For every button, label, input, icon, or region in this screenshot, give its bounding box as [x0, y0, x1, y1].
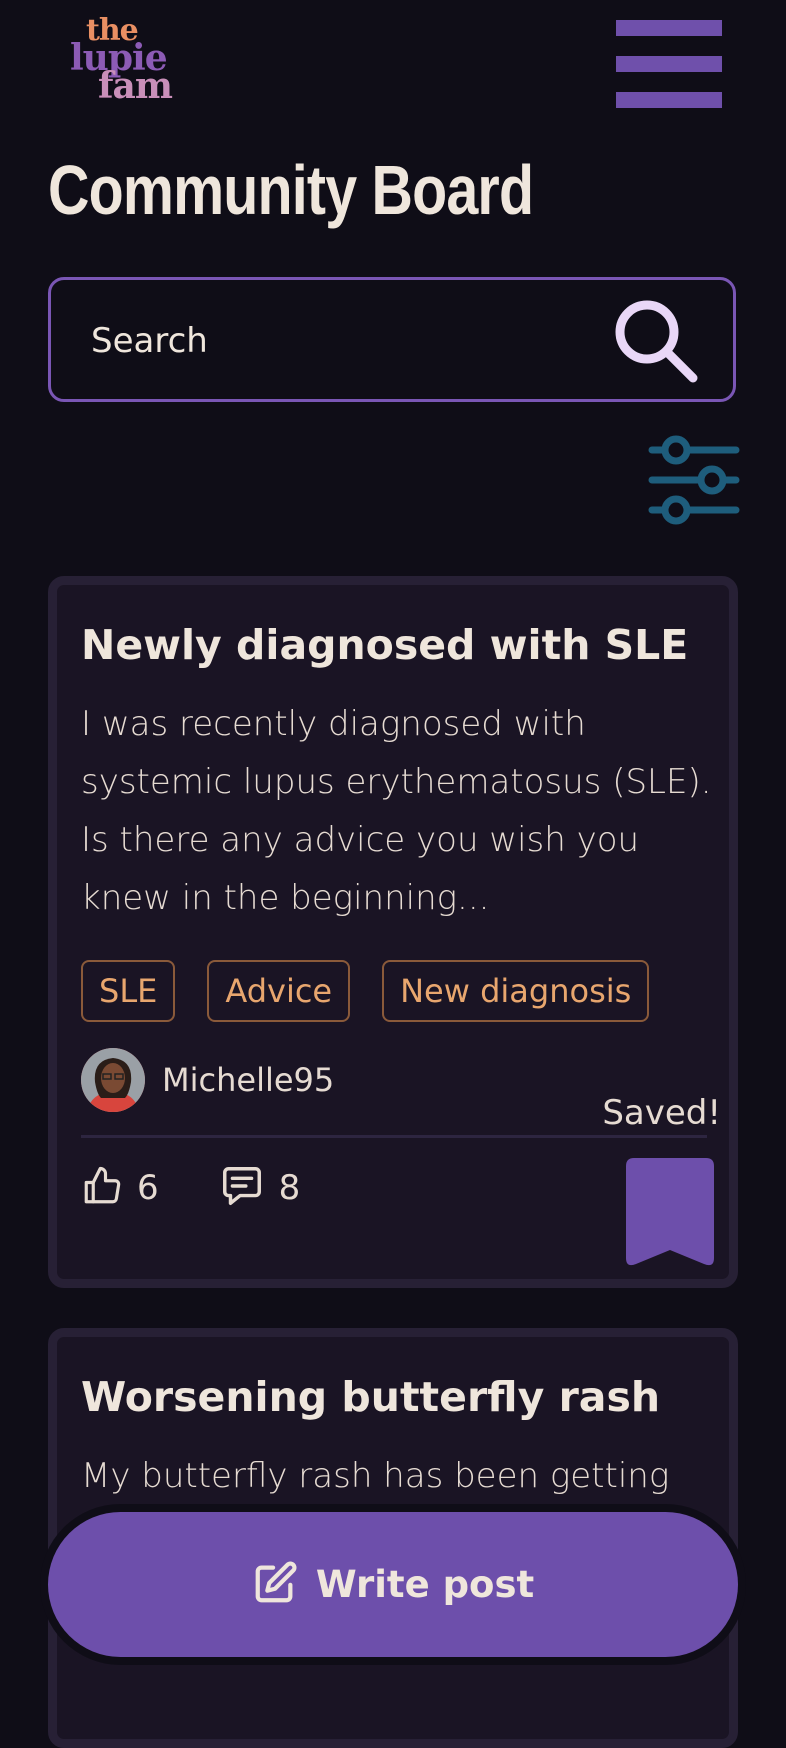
post-card[interactable]: Newly diagnosed with SLE I was recently … [48, 576, 738, 1288]
page-title: Community Board [48, 151, 534, 229]
like-button[interactable]: 6 [81, 1165, 159, 1211]
post-excerpt: My butterfly rash has been getting [81, 1456, 670, 1496]
logo-line-3: fam [98, 65, 173, 107]
lupie-fam-logo[interactable]: the lupie fam [68, 14, 198, 106]
comment-icon [219, 1163, 265, 1213]
thumbs-up-icon [81, 1165, 123, 1211]
tag-chip[interactable]: New diagnosis [382, 960, 650, 1022]
search-input[interactable] [89, 310, 593, 372]
post-title[interactable]: Worsening butterfly rash [81, 1373, 660, 1421]
post-excerpt: I was recently diagnosed with systemic l… [81, 704, 712, 918]
card-divider [81, 1135, 707, 1138]
tag-chip[interactable]: SLE [81, 960, 176, 1022]
write-post-button[interactable]: Write post [48, 1512, 738, 1657]
post-actions: 6 8 [81, 1163, 300, 1213]
search-bar [48, 277, 736, 402]
comment-count: 8 [278, 1168, 301, 1208]
tag-chip[interactable]: Advice [207, 960, 351, 1022]
edit-icon [252, 1560, 298, 1610]
menu-bar [616, 20, 722, 36]
like-count: 6 [137, 1168, 159, 1208]
post-author[interactable]: Michelle95 [81, 1048, 334, 1112]
author-name: Michelle95 [162, 1061, 335, 1099]
menu-bar [616, 56, 722, 72]
post-title[interactable]: Newly diagnosed with SLE [81, 621, 688, 669]
hamburger-menu-icon[interactable] [616, 20, 722, 108]
filter-sliders-icon[interactable] [648, 434, 740, 526]
menu-bar [616, 92, 722, 108]
tag-list: SLE Advice New diagnosis [81, 960, 650, 1022]
comment-button[interactable]: 8 [219, 1163, 301, 1213]
top-bar: the lupie fam [0, 0, 786, 120]
bookmark-icon[interactable] [626, 1158, 714, 1268]
search-icon[interactable] [607, 294, 707, 394]
saved-status-label: Saved! [602, 1093, 721, 1133]
avatar [81, 1048, 145, 1112]
write-post-label: Write post [315, 1563, 535, 1606]
